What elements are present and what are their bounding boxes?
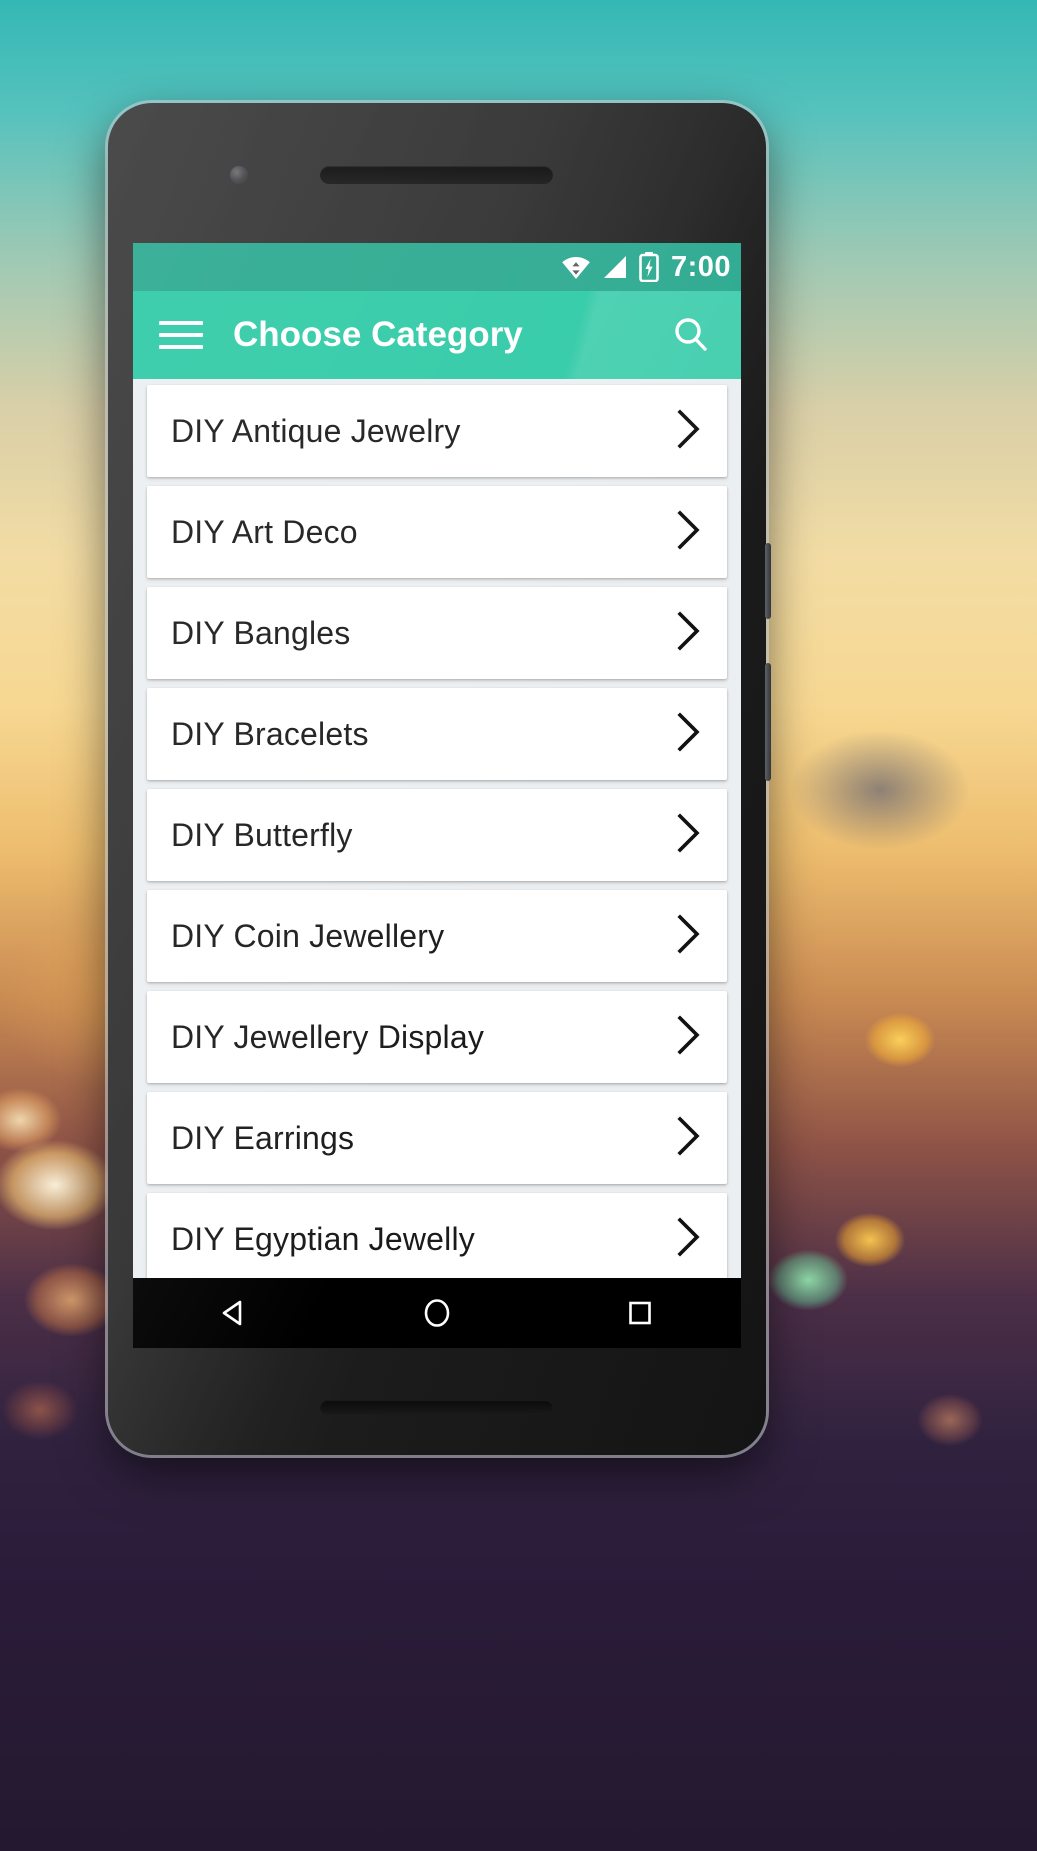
phone-screen: 7:00 Choose Category DIY Antique Jewelry…	[133, 243, 741, 1348]
chevron-right-icon	[671, 1013, 705, 1062]
bottom-speaker	[320, 1400, 553, 1415]
status-clock: 7:00	[670, 250, 731, 283]
list-item[interactable]: DIY Jewellery Display	[147, 991, 727, 1083]
front-camera	[230, 166, 248, 184]
list-item[interactable]: DIY Earrings	[147, 1092, 727, 1184]
chevron-right-icon	[671, 811, 705, 860]
home-button[interactable]	[405, 1281, 469, 1345]
list-item-label: DIY Egyptian Jewelly	[171, 1220, 475, 1257]
square-icon	[628, 1301, 651, 1325]
chevron-right-icon	[671, 508, 705, 557]
status-bar: 7:00	[133, 243, 741, 291]
back-button[interactable]	[202, 1281, 266, 1345]
menu-bar-1	[159, 321, 203, 325]
earpiece-speaker	[320, 166, 553, 184]
app-bar: Choose Category	[133, 291, 741, 379]
battery-charging-icon	[639, 252, 659, 282]
chevron-right-icon	[671, 912, 705, 961]
chevron-right-icon	[671, 1114, 705, 1163]
list-item-label: DIY Coin Jewellery	[171, 917, 445, 954]
phone-device-frame: 7:00 Choose Category DIY Antique Jewelry…	[108, 103, 771, 1455]
hamburger-menu-icon[interactable]	[159, 313, 203, 357]
list-item-label: DIY Bracelets	[171, 715, 369, 752]
list-item-label: DIY Antique Jewelry	[171, 412, 461, 449]
list-item-label: DIY Jewellery Display	[171, 1018, 485, 1055]
android-navigation-bar	[133, 1278, 741, 1348]
chevron-right-icon	[671, 609, 705, 658]
chevron-right-icon	[671, 407, 705, 456]
list-item-label: DIY Art Deco	[171, 513, 358, 550]
list-item[interactable]: DIY Antique Jewelry	[147, 385, 727, 477]
signal-icon	[601, 254, 629, 280]
recents-button[interactable]	[608, 1281, 672, 1345]
wifi-icon	[561, 254, 591, 280]
list-item[interactable]: DIY Coin Jewellery	[147, 890, 727, 982]
list-item-label: DIY Butterfly	[171, 816, 353, 853]
list-item[interactable]: DIY Egyptian Jewelly	[147, 1193, 727, 1278]
volume-rocker[interactable]	[765, 663, 771, 781]
page-title: Choose Category	[233, 315, 523, 354]
list-item-label: DIY Bangles	[171, 614, 351, 651]
list-item-label: DIY Earrings	[171, 1119, 355, 1156]
list-item[interactable]: DIY Bracelets	[147, 688, 727, 780]
power-button[interactable]	[765, 543, 771, 619]
menu-bar-2	[159, 333, 203, 337]
category-list[interactable]: DIY Antique Jewelry DIY Art Deco DIY Bangl…	[133, 379, 741, 1278]
list-item[interactable]: DIY Butterfly	[147, 789, 727, 881]
circle-icon	[424, 1299, 450, 1327]
chevron-right-icon	[671, 1215, 705, 1264]
triangle-left-icon	[223, 1300, 242, 1326]
chevron-right-icon	[671, 710, 705, 759]
list-item[interactable]: DIY Bangles	[147, 587, 727, 679]
menu-bar-3	[159, 345, 203, 349]
list-item[interactable]: DIY Art Deco	[147, 486, 727, 578]
search-icon[interactable]	[667, 311, 715, 359]
